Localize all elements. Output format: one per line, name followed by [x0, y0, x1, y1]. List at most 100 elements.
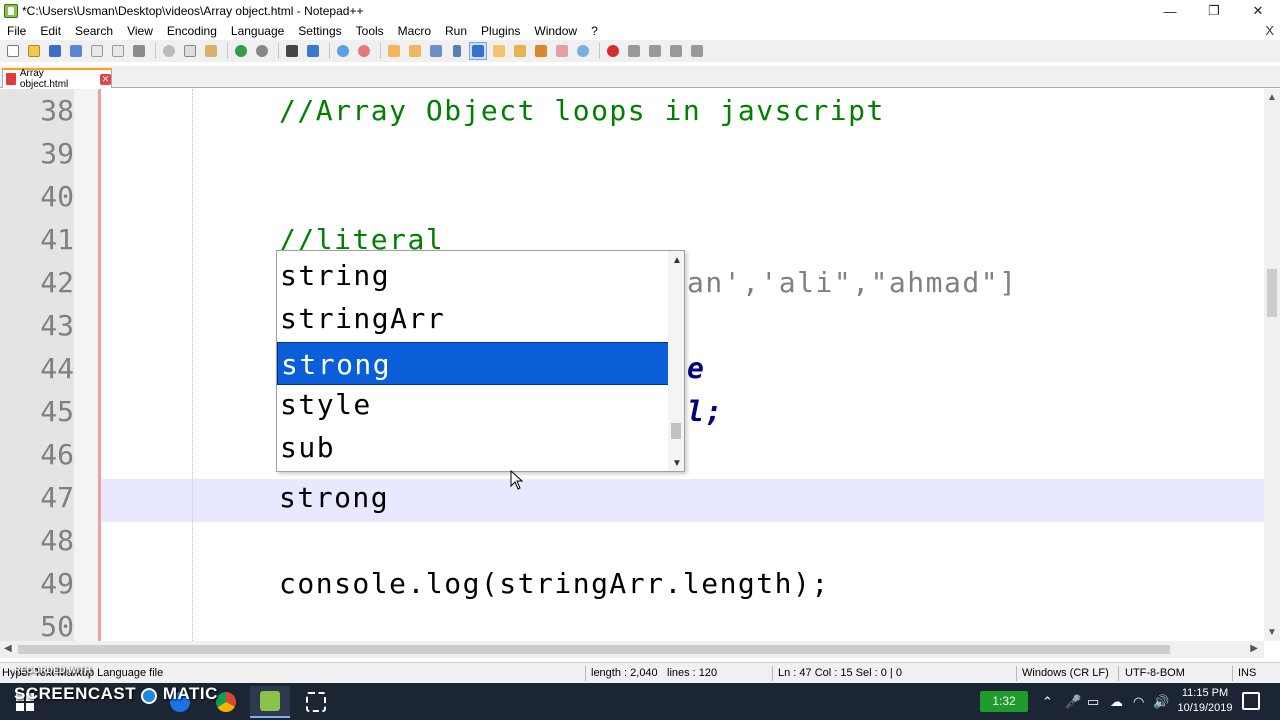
- indent-guide-icon[interactable]: [469, 42, 487, 60]
- doc-map-icon[interactable]: [511, 42, 529, 60]
- screencast-watermark: RECORDED WITH SCREENCAST MATIC: [14, 665, 218, 704]
- network-icon[interactable]: ☁: [1110, 694, 1123, 710]
- title-bar: *C:\Users\Usman\Desktop\videos\Array obj…: [0, 0, 1280, 22]
- menu-window[interactable]: Window: [527, 24, 584, 38]
- copy-icon[interactable]: [181, 42, 199, 60]
- sync-h-icon[interactable]: [406, 42, 424, 60]
- autocomplete-item-selected[interactable]: strong: [277, 342, 669, 385]
- scroll-up-icon[interactable]: ▲: [672, 255, 682, 266]
- scroll-right-icon[interactable]: ▶: [1250, 643, 1258, 654]
- run-macro-multiple-icon[interactable]: [667, 42, 685, 60]
- autocomplete-scroll-thumb[interactable]: [671, 423, 681, 439]
- play-macro-icon[interactable]: [646, 42, 664, 60]
- line-number: 47: [40, 481, 74, 514]
- battery-icon[interactable]: ▭: [1087, 694, 1099, 710]
- show-all-chars-icon[interactable]: [448, 42, 466, 60]
- menu-plugins[interactable]: Plugins: [474, 24, 527, 38]
- line-number: 50: [40, 610, 74, 641]
- paste-icon[interactable]: [202, 42, 220, 60]
- autocomplete-list[interactable]: string stringArr strong style sub ▲ ▼: [276, 250, 685, 472]
- record-macro-icon[interactable]: [604, 42, 622, 60]
- stop-macro-icon[interactable]: [625, 42, 643, 60]
- print-icon[interactable]: [130, 42, 148, 60]
- code-line-42-tail: an','ali","ahmad"]: [687, 266, 1018, 299]
- restore-button[interactable]: ❐: [1192, 0, 1236, 22]
- menu-view[interactable]: View: [120, 24, 160, 38]
- recording-timer[interactable]: 1:32: [980, 691, 1028, 712]
- menu-macro[interactable]: Macro: [391, 24, 438, 38]
- autocomplete-item[interactable]: stringArr: [277, 297, 669, 340]
- autocomplete-scrollbar[interactable]: ▲ ▼: [668, 251, 684, 471]
- scroll-left-icon[interactable]: ◀: [4, 643, 12, 654]
- open-file-icon[interactable]: [25, 42, 43, 60]
- vertical-scrollbar[interactable]: ▲ ▼: [1264, 89, 1280, 641]
- line-number: 46: [40, 438, 74, 471]
- save-icon[interactable]: [46, 42, 64, 60]
- close-file-icon[interactable]: [88, 42, 106, 60]
- save-all-icon[interactable]: [67, 42, 85, 60]
- menu-help[interactable]: ?: [584, 24, 605, 38]
- scroll-up-icon[interactable]: ▲: [1267, 92, 1277, 103]
- user-lang-icon[interactable]: [490, 42, 508, 60]
- line-number: 48: [40, 524, 74, 557]
- taskbar-clock[interactable]: 11:15 PM 10/19/2019: [1170, 686, 1240, 716]
- menu-settings[interactable]: Settings: [291, 24, 348, 38]
- menu-file[interactable]: File: [0, 24, 33, 38]
- zoom-in-icon[interactable]: [334, 42, 352, 60]
- redo-icon[interactable]: [253, 42, 271, 60]
- menu-language[interactable]: Language: [224, 24, 291, 38]
- line-number: 45: [40, 395, 74, 428]
- menu-run[interactable]: Run: [438, 24, 474, 38]
- menu-edit[interactable]: Edit: [33, 24, 68, 38]
- line-number: 49: [40, 567, 74, 600]
- save-macro-icon[interactable]: [688, 42, 706, 60]
- status-divider: [1016, 666, 1017, 681]
- word-wrap-icon[interactable]: [427, 42, 445, 60]
- wifi-icon[interactable]: ◠: [1133, 694, 1144, 710]
- monitor-icon[interactable]: [574, 42, 592, 60]
- new-file-icon[interactable]: [4, 42, 22, 60]
- menu-search[interactable]: Search: [68, 24, 120, 38]
- close-all-icon[interactable]: [109, 42, 127, 60]
- taskbar-app-snipping[interactable]: [296, 686, 336, 718]
- window-title: *C:\Users\Usman\Desktop\videos\Array obj…: [22, 4, 364, 18]
- autocomplete-item[interactable]: sub: [277, 426, 669, 469]
- toolbar-divider: [155, 43, 156, 59]
- tab-array-object-html[interactable]: Array object.html ✕: [2, 68, 112, 90]
- minimize-button[interactable]: —: [1148, 0, 1192, 22]
- horizontal-scroll-thumb[interactable]: [18, 645, 1170, 654]
- menu-encoding[interactable]: Encoding: [160, 24, 224, 38]
- notepad-plus-plus-icon: [4, 4, 18, 18]
- tab-close-icon[interactable]: ✕: [100, 73, 111, 85]
- snipping-tool-icon: [306, 692, 326, 712]
- autocomplete-item[interactable]: string: [277, 254, 669, 297]
- horizontal-scrollbar[interactable]: ◀ ▶: [0, 641, 1264, 658]
- function-list-icon[interactable]: [532, 42, 550, 60]
- scroll-down-icon[interactable]: ▼: [672, 458, 682, 469]
- vertical-scroll-thumb[interactable]: [1267, 269, 1277, 317]
- taskbar-app-notepad-plus-plus[interactable]: [250, 686, 290, 718]
- status-lines: lines : 120: [667, 667, 718, 679]
- autocomplete-item[interactable]: style: [277, 383, 669, 426]
- fold-margin[interactable]: [74, 89, 98, 641]
- close-window-button[interactable]: ✕: [1236, 0, 1280, 22]
- volume-icon[interactable]: 🔊: [1153, 694, 1169, 710]
- cut-icon[interactable]: [160, 42, 178, 60]
- close-document-button[interactable]: X: [1265, 23, 1274, 38]
- status-eol: Windows (CR LF): [1022, 667, 1109, 679]
- watermark-screencast: SCREENCAST: [14, 684, 137, 703]
- status-insert-mode: INS: [1238, 667, 1257, 679]
- undo-icon[interactable]: [232, 42, 250, 60]
- find-icon[interactable]: [283, 42, 301, 60]
- sync-v-icon[interactable]: [385, 42, 403, 60]
- replace-icon[interactable]: [304, 42, 322, 60]
- folder-workspace-icon[interactable]: [553, 42, 571, 60]
- menu-tools[interactable]: Tools: [349, 24, 391, 38]
- chevron-up-icon[interactable]: ⌃: [1042, 694, 1053, 710]
- microphone-icon[interactable]: 🎤: [1065, 694, 1081, 710]
- current-line-highlight: [101, 479, 1264, 522]
- scroll-down-icon[interactable]: ▼: [1267, 627, 1277, 638]
- modified-file-icon: [6, 73, 16, 85]
- zoom-out-icon[interactable]: [355, 42, 373, 60]
- notification-center-icon[interactable]: [1242, 692, 1260, 710]
